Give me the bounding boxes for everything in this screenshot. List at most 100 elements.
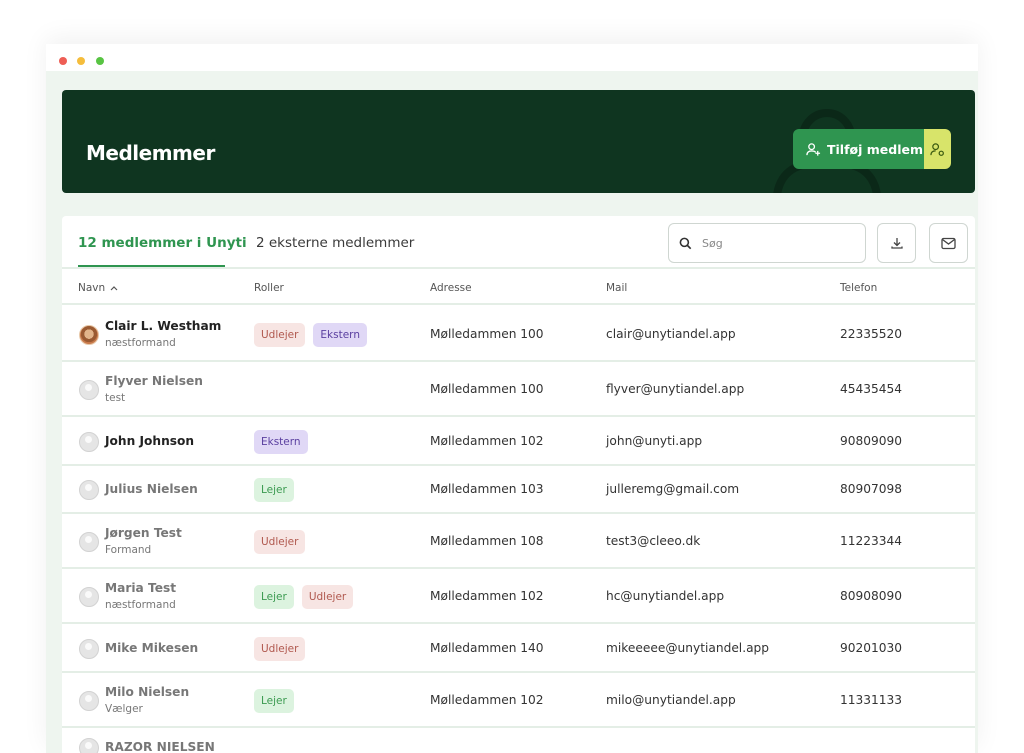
search-box[interactable]: [668, 223, 866, 263]
download-icon: [890, 238, 903, 249]
member-title: test: [105, 391, 126, 404]
avatar: [79, 379, 99, 400]
member-row[interactable]: Milo Nielsen Vælger Lejer Mølledammen 102 mi…: [62, 673, 975, 728]
role-badges: Lejer: [254, 688, 294, 713]
member-row[interactable]: Flyver Nielsen test Mølledammen 100 flyver@…: [62, 362, 975, 417]
avatar: [79, 586, 99, 607]
email-button[interactable]: [929, 223, 968, 263]
member-title: næstformand: [105, 598, 176, 611]
avatar: [79, 690, 99, 711]
avatar: [79, 324, 99, 345]
role-badge-lejer: Lejer: [254, 584, 294, 609]
role-badge-ekstern: Ekstern: [254, 429, 308, 454]
role-badge-udlejer: Udlejer: [254, 322, 306, 347]
role-badge-udlejer: Udlejer: [254, 636, 306, 661]
member-address: Mølledammen 100: [430, 381, 544, 396]
member-address: Mølledammen 102: [430, 588, 544, 603]
table-header: Navn Roller Adresse Mail Telefon: [62, 269, 975, 305]
member-title: Formand: [105, 543, 152, 556]
role-badges: Ekstern: [254, 429, 308, 454]
member-name[interactable]: Milo Nielsen: [105, 685, 189, 699]
page-header: Medlemmer Tilføj medlem: [62, 90, 975, 193]
member-settings-button[interactable]: [924, 129, 951, 169]
member-mail: flyver@unytiandel.app: [606, 381, 745, 396]
member-phone: 90809090: [840, 433, 903, 448]
window-titlebar: [46, 44, 978, 71]
member-mail: clair@unytiandel.app: [606, 326, 736, 341]
member-title: Vælger: [105, 702, 143, 715]
member-name[interactable]: John Johnson: [105, 434, 194, 448]
member-phone: 80907098: [840, 482, 903, 496]
member-name[interactable]: Clair L. Westham: [105, 319, 221, 333]
member-mail: hc@unytiandel.app: [606, 588, 725, 603]
member-row[interactable]: Julius Nielsen Lejer Mølledammen 103 juller…: [62, 466, 975, 514]
member-name[interactable]: Maria Test: [105, 581, 176, 595]
member-title: næstformand: [105, 336, 176, 349]
member-phone: 22335520: [840, 326, 903, 341]
add-member-button[interactable]: Tilføj medlem: [793, 129, 924, 169]
member-phone: 11331133: [840, 692, 903, 707]
column-mail-header: Mail: [606, 282, 628, 294]
column-phone-header: Telefon: [840, 282, 878, 294]
member-name[interactable]: Jørgen Test: [105, 526, 182, 540]
role-badges: Udlejer Ekstern: [254, 322, 367, 347]
minimize-window-dot[interactable]: [77, 57, 85, 65]
browser-window: Medlemmer Tilføj medlem 12 medlemmer i U…: [46, 44, 978, 753]
member-mail: mikeeeee@unytiandel.app: [606, 640, 770, 655]
member-row[interactable]: Jørgen Test Formand Udlejer Mølledammen 108…: [62, 514, 975, 569]
maximize-window-dot[interactable]: [96, 57, 104, 65]
avatar: [79, 638, 99, 659]
avatar: [79, 431, 99, 452]
member-name[interactable]: RAZOR NIELSEN: [105, 740, 215, 753]
member-address: Mølledammen 108: [430, 533, 544, 548]
member-address: Mølledammen 100: [430, 326, 544, 341]
member-name[interactable]: Julius Nielsen: [105, 482, 198, 496]
column-name-label: Navn: [78, 282, 106, 294]
members-panel: 12 medlemmer i Unyti 2 eksterne medlemme…: [62, 216, 975, 753]
page-title: Medlemmer: [86, 141, 215, 165]
download-button[interactable]: [877, 223, 916, 263]
member-row[interactable]: RAZOR NIELSEN: [62, 728, 975, 753]
member-name[interactable]: Mike Mikesen: [105, 641, 198, 655]
member-phone: 11223344: [840, 533, 903, 548]
role-badges: Lejer Udlejer: [254, 584, 354, 609]
search-icon: [679, 237, 692, 249]
column-address-header: Adresse: [430, 282, 472, 294]
member-row[interactable]: John Johnson Ekstern Mølledammen 102 john@u…: [62, 417, 975, 466]
user-settings-icon: [930, 142, 944, 156]
member-address: Mølledammen 102: [430, 433, 544, 448]
member-mail: john@unyti.app: [606, 433, 703, 448]
member-phone: 45435454: [840, 381, 903, 396]
member-row[interactable]: Mike Mikesen Udlejer Mølledammen 140 mikeee…: [62, 624, 975, 673]
member-row[interactable]: Clair L. Westham næstformand Udlejer Ekster…: [62, 307, 975, 362]
mail-icon: [941, 237, 956, 249]
role-badge-lejer: Lejer: [254, 478, 294, 502]
tab-unyti-members[interactable]: 12 medlemmer i Unyti: [78, 235, 247, 251]
avatar: [79, 531, 99, 552]
member-mail: julleremg@gmail.com: [606, 482, 740, 496]
member-name[interactable]: Flyver Nielsen: [105, 374, 203, 388]
role-badge-ekstern: Ekstern: [313, 322, 367, 347]
member-mail: milo@unytiandel.app: [606, 692, 736, 707]
member-phone: 90201030: [840, 640, 903, 655]
member-address: Mølledammen 102: [430, 692, 544, 707]
tab-external-members[interactable]: 2 eksterne medlemmer: [256, 235, 414, 251]
avatar: [79, 480, 99, 500]
close-window-dot[interactable]: [59, 57, 67, 65]
search-input[interactable]: [702, 236, 842, 250]
avatar: [79, 738, 99, 753]
member-address: Mølledammen 103: [430, 482, 544, 496]
role-badges: Lejer: [254, 478, 294, 502]
column-name-header[interactable]: Navn: [78, 282, 118, 294]
add-member-label: Tilføj medlem: [827, 141, 923, 157]
column-roles-header: Roller: [254, 282, 284, 294]
role-badge-udlejer: Udlejer: [301, 584, 354, 609]
sort-ascending-icon: [110, 286, 118, 291]
member-address: Mølledammen 140: [430, 640, 544, 655]
member-row[interactable]: Maria Test næstformand Lejer Udlejer Mølleda…: [62, 569, 975, 624]
member-phone: 80908090: [840, 588, 903, 603]
role-badge-udlejer: Udlejer: [254, 529, 306, 554]
role-badges: Udlejer: [254, 636, 306, 661]
role-badge-lejer: Lejer: [254, 688, 294, 713]
add-user-icon: [806, 142, 821, 156]
